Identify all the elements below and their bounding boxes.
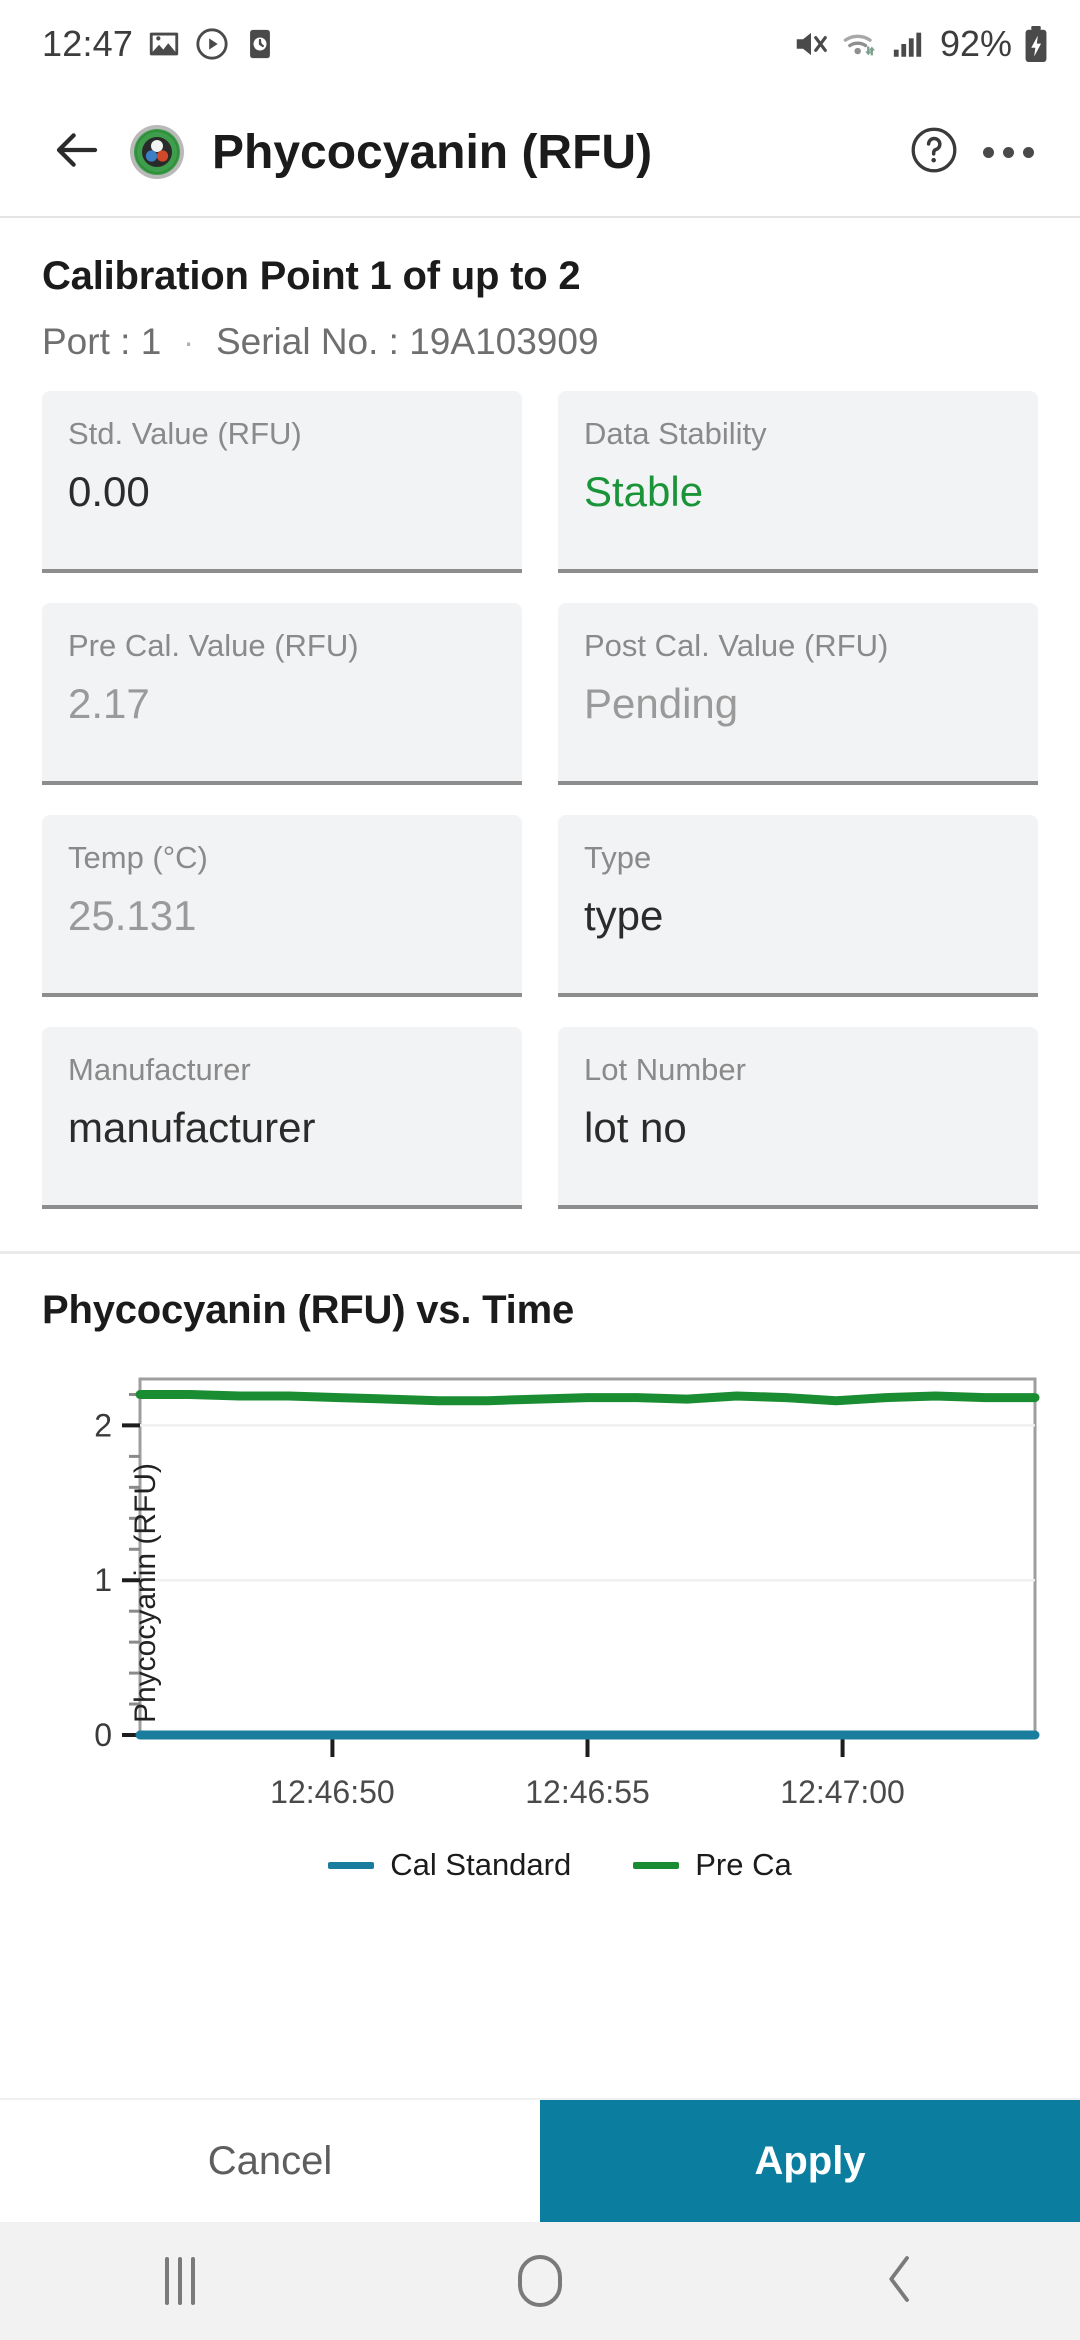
- action-bar: Cancel Apply: [0, 2098, 1080, 2222]
- calibration-subtitle: Port : 1 · Serial No. : 19A103909: [42, 321, 1038, 363]
- field-value[interactable]: 0.00: [68, 468, 496, 515]
- status-bar: 12:47 92%: [0, 0, 1080, 88]
- app-bar: Phycocyanin (RFU): [0, 88, 1080, 216]
- port-label: Port : 1: [42, 321, 162, 362]
- field-label: Temp (°C): [68, 840, 208, 875]
- field-pre-cal-value-rfu: Pre Cal. Value (RFU) 2.17: [42, 603, 522, 785]
- nav-recents-button[interactable]: [105, 2222, 255, 2340]
- cancel-button[interactable]: Cancel: [0, 2100, 540, 2222]
- mute-icon: [792, 25, 830, 63]
- field-manufacturer[interactable]: Manufacturer manufacturer: [42, 1027, 522, 1209]
- chart-y-axis-label: Phycocyanin (RFU): [129, 1462, 163, 1724]
- play-icon: [195, 27, 229, 61]
- legend-label: Pre Ca: [695, 1847, 792, 1882]
- home-icon: [518, 2255, 562, 2307]
- field-value: 25.131: [68, 892, 197, 940]
- sensor-icon: [128, 123, 186, 181]
- signal-icon: [890, 27, 926, 61]
- chart-legend: Cal Standard Pre Ca: [0, 1847, 1080, 1883]
- field-value: Pending: [584, 680, 739, 728]
- serial-number-label: Serial No. : 19A103909: [215, 321, 599, 362]
- legend-label: Cal Standard: [390, 1847, 572, 1882]
- field-label: Std. Value (RFU): [68, 416, 302, 451]
- chart-title: Phycocyanin (RFU) vs. Time: [42, 1288, 574, 1332]
- chart-series-line: [135, 1390, 1040, 1406]
- app-screen: 12:47 92% Phycocyanin (RFU) Calibration …: [0, 0, 1080, 2340]
- back-button[interactable]: [42, 117, 112, 187]
- field-label: Type: [584, 840, 652, 875]
- android-nav-bar: [0, 2222, 1080, 2340]
- overflow-menu-button[interactable]: [970, 116, 1046, 188]
- chart-y-tick-label: 0: [94, 1717, 112, 1753]
- nav-back-button[interactable]: [825, 2222, 975, 2340]
- page-title: Phycocyanin (RFU): [212, 125, 653, 179]
- field-post-cal-value-rfu: Post Cal. Value (RFU) Pending: [558, 603, 1038, 785]
- legend-swatch: [328, 1861, 375, 1869]
- apply-button[interactable]: Apply: [540, 2100, 1080, 2222]
- calibration-point-title: Calibration Point 1 of up to 2: [42, 254, 581, 298]
- chart-section: Phycocyanin (RFU) vs. Time Phycocyanin (…: [0, 1254, 1080, 1883]
- chart-y-tick-label: 2: [94, 1407, 112, 1443]
- wifi-icon: [840, 25, 880, 63]
- help-circle-icon: [908, 124, 960, 181]
- status-bar-left: 12:47: [42, 23, 277, 65]
- field-std-value-rfu[interactable]: Std. Value (RFU) 0.00: [42, 391, 522, 573]
- legend-item: Pre Ca: [633, 1847, 792, 1883]
- chart-x-tick-label: 12:46:50: [270, 1774, 395, 1810]
- status-time: 12:47: [42, 23, 134, 64]
- battery-charging-icon: [1022, 25, 1050, 63]
- clock-icon: [243, 27, 277, 61]
- calibration-header: Calibration Point 1 of up to 2 Port : 1 …: [0, 218, 1080, 363]
- battery-percent: 92%: [939, 23, 1012, 64]
- nav-back-icon: [878, 2251, 922, 2312]
- chart-x-tick-label: 12:47:00: [780, 1774, 905, 1810]
- field-value: 2.17: [68, 680, 150, 728]
- calibration-fields-grid: Std. Value (RFU) 0.00 Data Stability Stable…: [0, 363, 1080, 1209]
- field-lot-number[interactable]: Lot Number lot no: [558, 1027, 1038, 1209]
- field-value[interactable]: lot no: [584, 1104, 1012, 1151]
- field-label: Lot Number: [584, 1052, 746, 1087]
- help-button[interactable]: [898, 116, 970, 188]
- field-label: Data Stability: [584, 416, 767, 451]
- field-type[interactable]: Type type: [558, 815, 1038, 997]
- field-value[interactable]: manufacturer: [68, 1104, 496, 1151]
- gallery-icon: [147, 27, 181, 61]
- legend-item: Cal Standard: [328, 1847, 571, 1883]
- nav-home-button[interactable]: [465, 2222, 615, 2340]
- subtitle-separator: ·: [183, 323, 194, 360]
- field-value: Stable: [584, 468, 704, 516]
- field-label: Post Cal. Value (RFU): [584, 628, 889, 663]
- overflow-menu-icon: [982, 146, 1034, 158]
- chart-x-tick-label: 12:46:55: [525, 1774, 650, 1810]
- back-arrow-icon: [50, 123, 104, 182]
- recents-icon: [165, 2257, 195, 2305]
- status-bar-right: 92%: [792, 23, 1050, 65]
- field-label: Pre Cal. Value (RFU): [68, 628, 359, 663]
- field-data-stability: Data Stability Stable: [558, 391, 1038, 573]
- field-value[interactable]: type: [584, 892, 1012, 939]
- field-label: Manufacturer: [68, 1052, 251, 1087]
- chart-y-tick-label: 1: [94, 1562, 112, 1598]
- field-temp-c: Temp (°C) 25.131: [42, 815, 522, 997]
- legend-swatch: [633, 1861, 680, 1869]
- chart-plot[interactable]: Phycocyanin (RFU) 0 1 2 12:46:50 12:46:55 12:…: [0, 1353, 1080, 1833]
